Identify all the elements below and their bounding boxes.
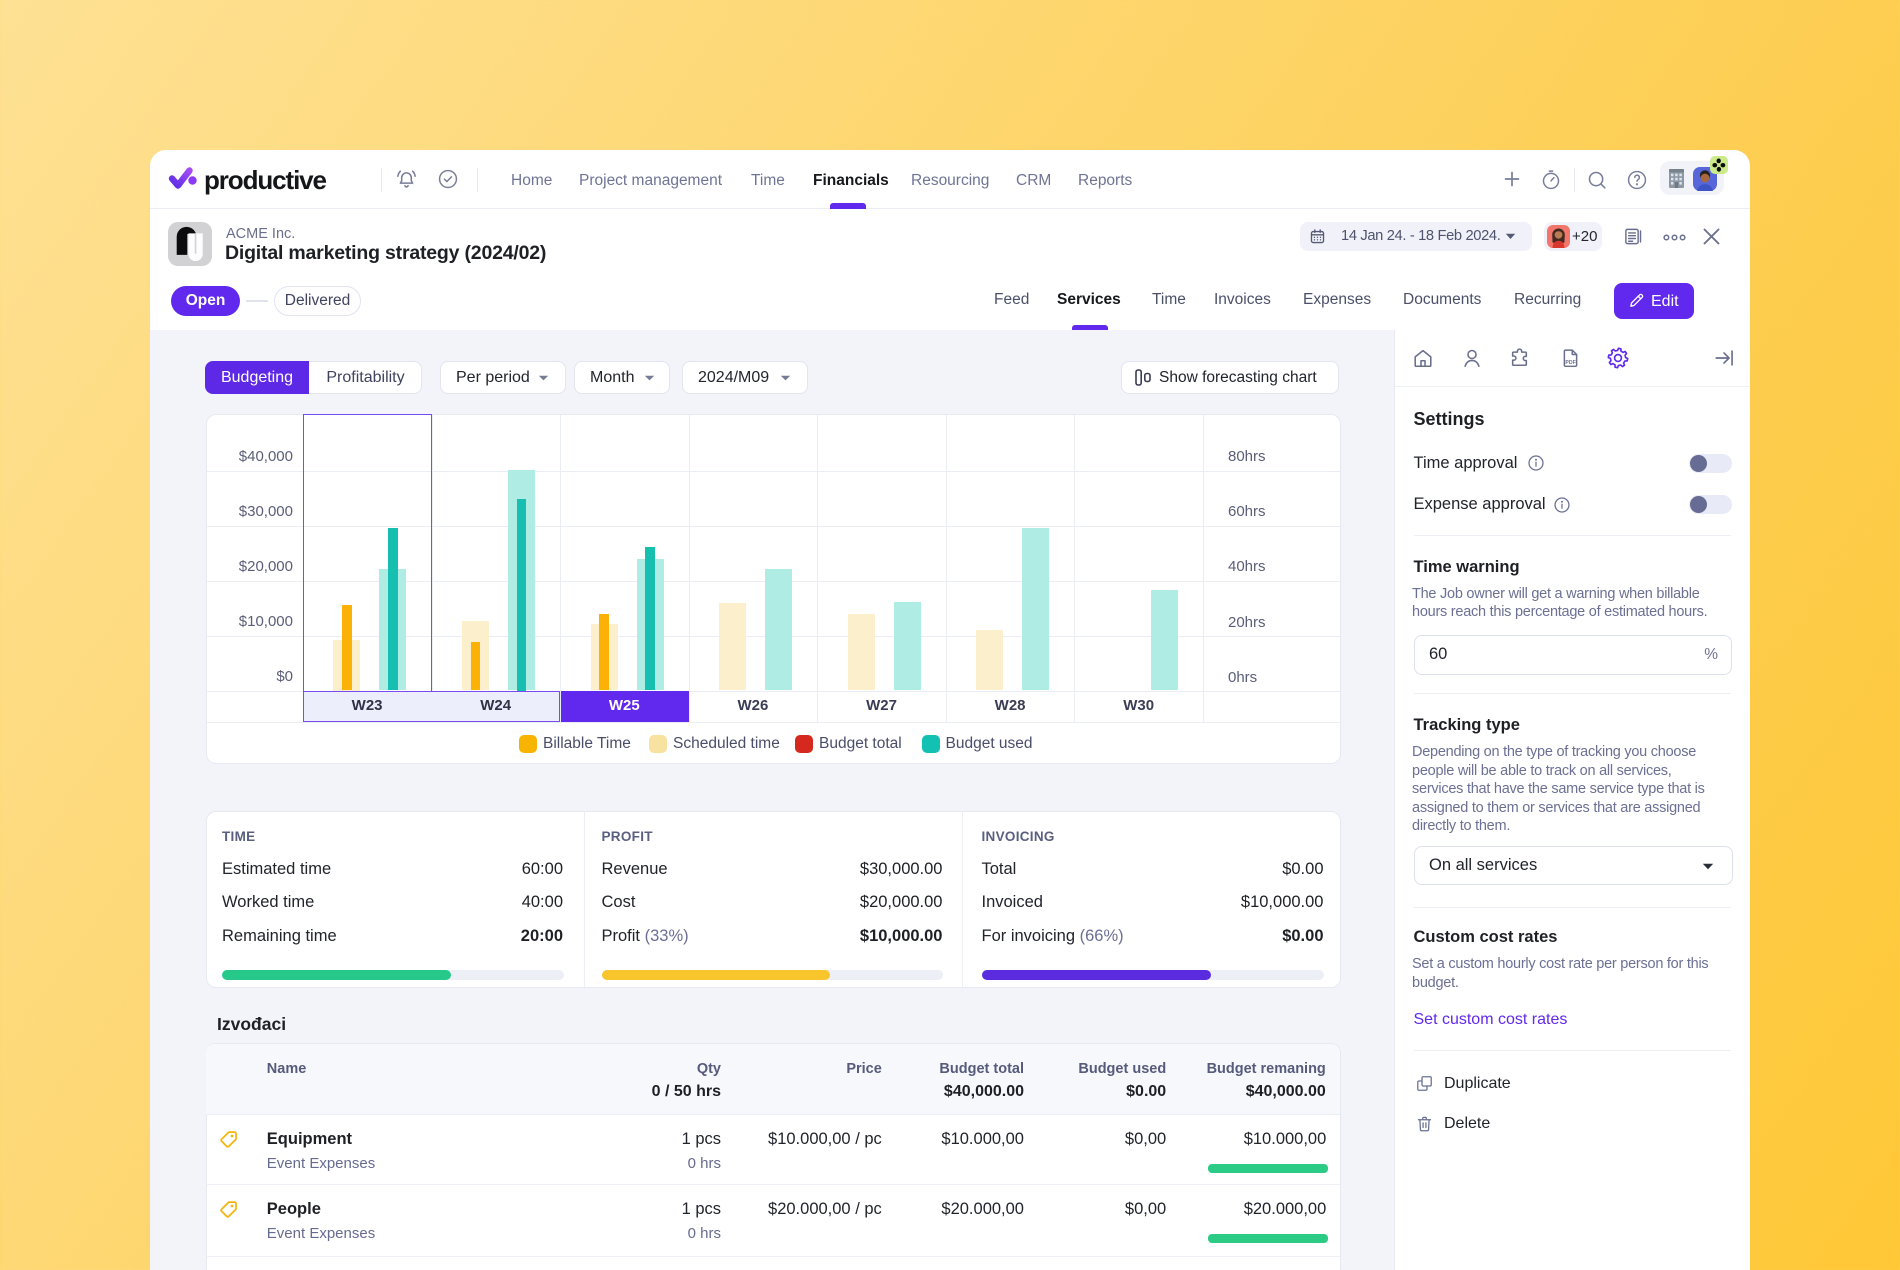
svg-text:PDF: PDF xyxy=(1565,360,1575,366)
